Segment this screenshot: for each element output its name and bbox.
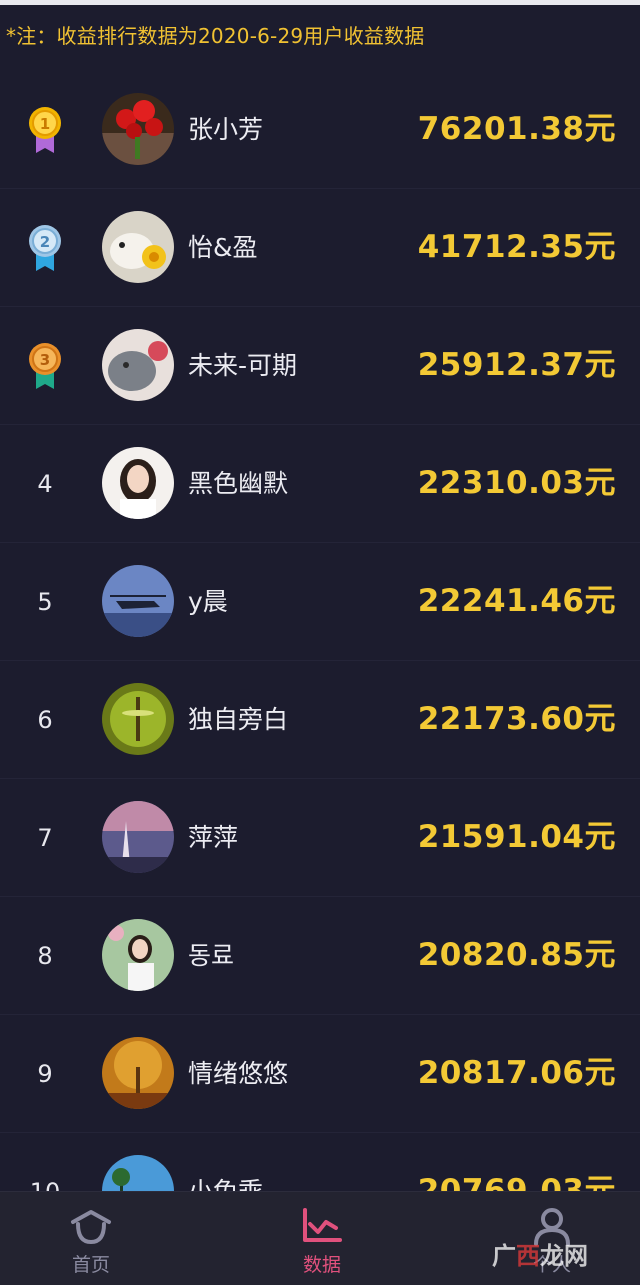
user-name: 동료 <box>188 941 235 970</box>
tab-label: 数据 <box>302 1254 341 1276</box>
svg-text:2: 2 <box>40 233 50 251</box>
ranking-row[interactable]: 9 情绪悠悠 20817.06元 <box>0 1015 640 1133</box>
ranking-row[interactable]: 8 동료 20820.85元 <box>0 897 640 1015</box>
rank-number: 9 <box>37 1059 53 1088</box>
tab-label: 首页 <box>71 1254 110 1276</box>
income-amount: 20820.85元 <box>417 937 616 973</box>
rank-number: 7 <box>37 823 53 852</box>
income-amount: 22241.46元 <box>417 583 616 619</box>
avatar <box>102 565 174 637</box>
tab-home[interactable]: 首页 <box>31 1192 151 1285</box>
chart-icon <box>300 1206 344 1246</box>
avatar <box>102 1037 174 1109</box>
rank-number: 5 <box>37 587 53 616</box>
home-icon <box>69 1206 113 1246</box>
user-name: 情绪悠悠 <box>188 1059 289 1088</box>
avatar <box>102 801 174 873</box>
rank-cell: 2 <box>20 189 70 306</box>
avatar <box>102 919 174 991</box>
user-name: 张小芳 <box>188 115 264 144</box>
svg-text:1: 1 <box>40 115 50 133</box>
user-name: y晨 <box>188 587 228 616</box>
silver-medal-icon: 2 <box>27 223 63 273</box>
ranking-row[interactable]: 2 怡&盈 41712.35元 <box>0 189 640 307</box>
user-name: 独自旁白 <box>188 705 289 734</box>
rank-number: 8 <box>37 941 53 970</box>
user-name: 怡&盈 <box>188 233 258 262</box>
income-amount: 25912.37元 <box>417 347 616 383</box>
avatar <box>102 683 174 755</box>
ranking-list: 1 张小芳 76201.38元 2 怡&盈 41712.35元 3 未来-可期 … <box>0 71 640 1251</box>
ranking-note: *注：收益排行数据为2020-6-29用户收益数据 <box>6 24 425 48</box>
rank-cell: 1 <box>20 71 70 188</box>
avatar <box>102 211 174 283</box>
income-amount: 20817.06元 <box>417 1055 616 1091</box>
user-name: 未来-可期 <box>188 351 298 380</box>
ranking-row[interactable]: 7 萍萍 21591.04元 <box>0 779 640 897</box>
avatar <box>102 329 174 401</box>
avatar <box>102 93 174 165</box>
watermark-logo: 广西龙网 <box>492 1242 588 1270</box>
gold-medal-icon: 1 <box>27 105 63 155</box>
rank-number: 4 <box>37 469 53 498</box>
ranking-row[interactable]: 4 黑色幽默 22310.03元 <box>0 425 640 543</box>
ranking-row[interactable]: 1 张小芳 76201.38元 <box>0 71 640 189</box>
tab-data[interactable]: 数据 <box>262 1192 382 1285</box>
rank-cell: 3 <box>20 307 70 424</box>
income-amount: 22310.03元 <box>417 465 616 501</box>
user-name: 萍萍 <box>188 823 239 852</box>
ranking-row[interactable]: 6 独自旁白 22173.60元 <box>0 661 640 779</box>
rank-number: 6 <box>37 705 53 734</box>
status-bar-edge <box>0 0 640 5</box>
income-amount: 21591.04元 <box>417 819 616 855</box>
ranking-row[interactable]: 5 y晨 22241.46元 <box>0 543 640 661</box>
income-amount: 76201.38元 <box>417 111 616 147</box>
svg-text:3: 3 <box>40 351 50 369</box>
user-name: 黑色幽默 <box>188 469 289 498</box>
income-amount: 22173.60元 <box>417 701 616 737</box>
ranking-row[interactable]: 3 未来-可期 25912.37元 <box>0 307 640 425</box>
income-amount: 41712.35元 <box>417 229 616 265</box>
avatar <box>102 447 174 519</box>
bronze-medal-icon: 3 <box>27 341 63 391</box>
